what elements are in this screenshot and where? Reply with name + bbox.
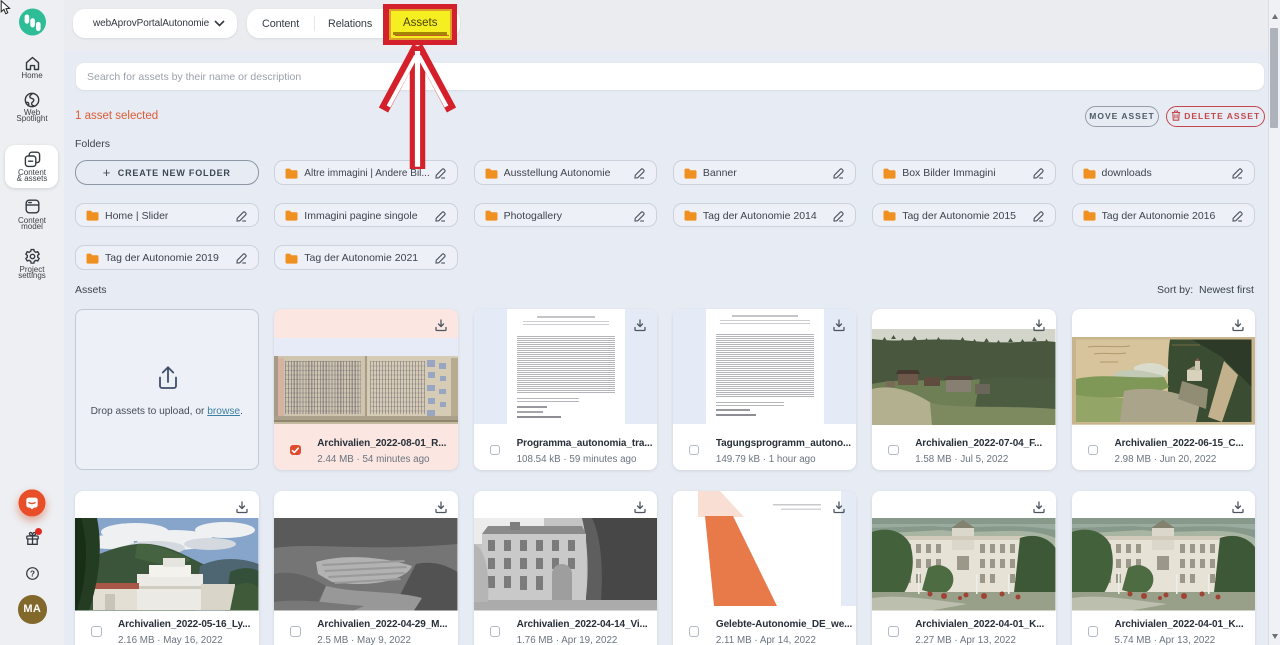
svg-text:?: ? <box>30 569 35 578</box>
